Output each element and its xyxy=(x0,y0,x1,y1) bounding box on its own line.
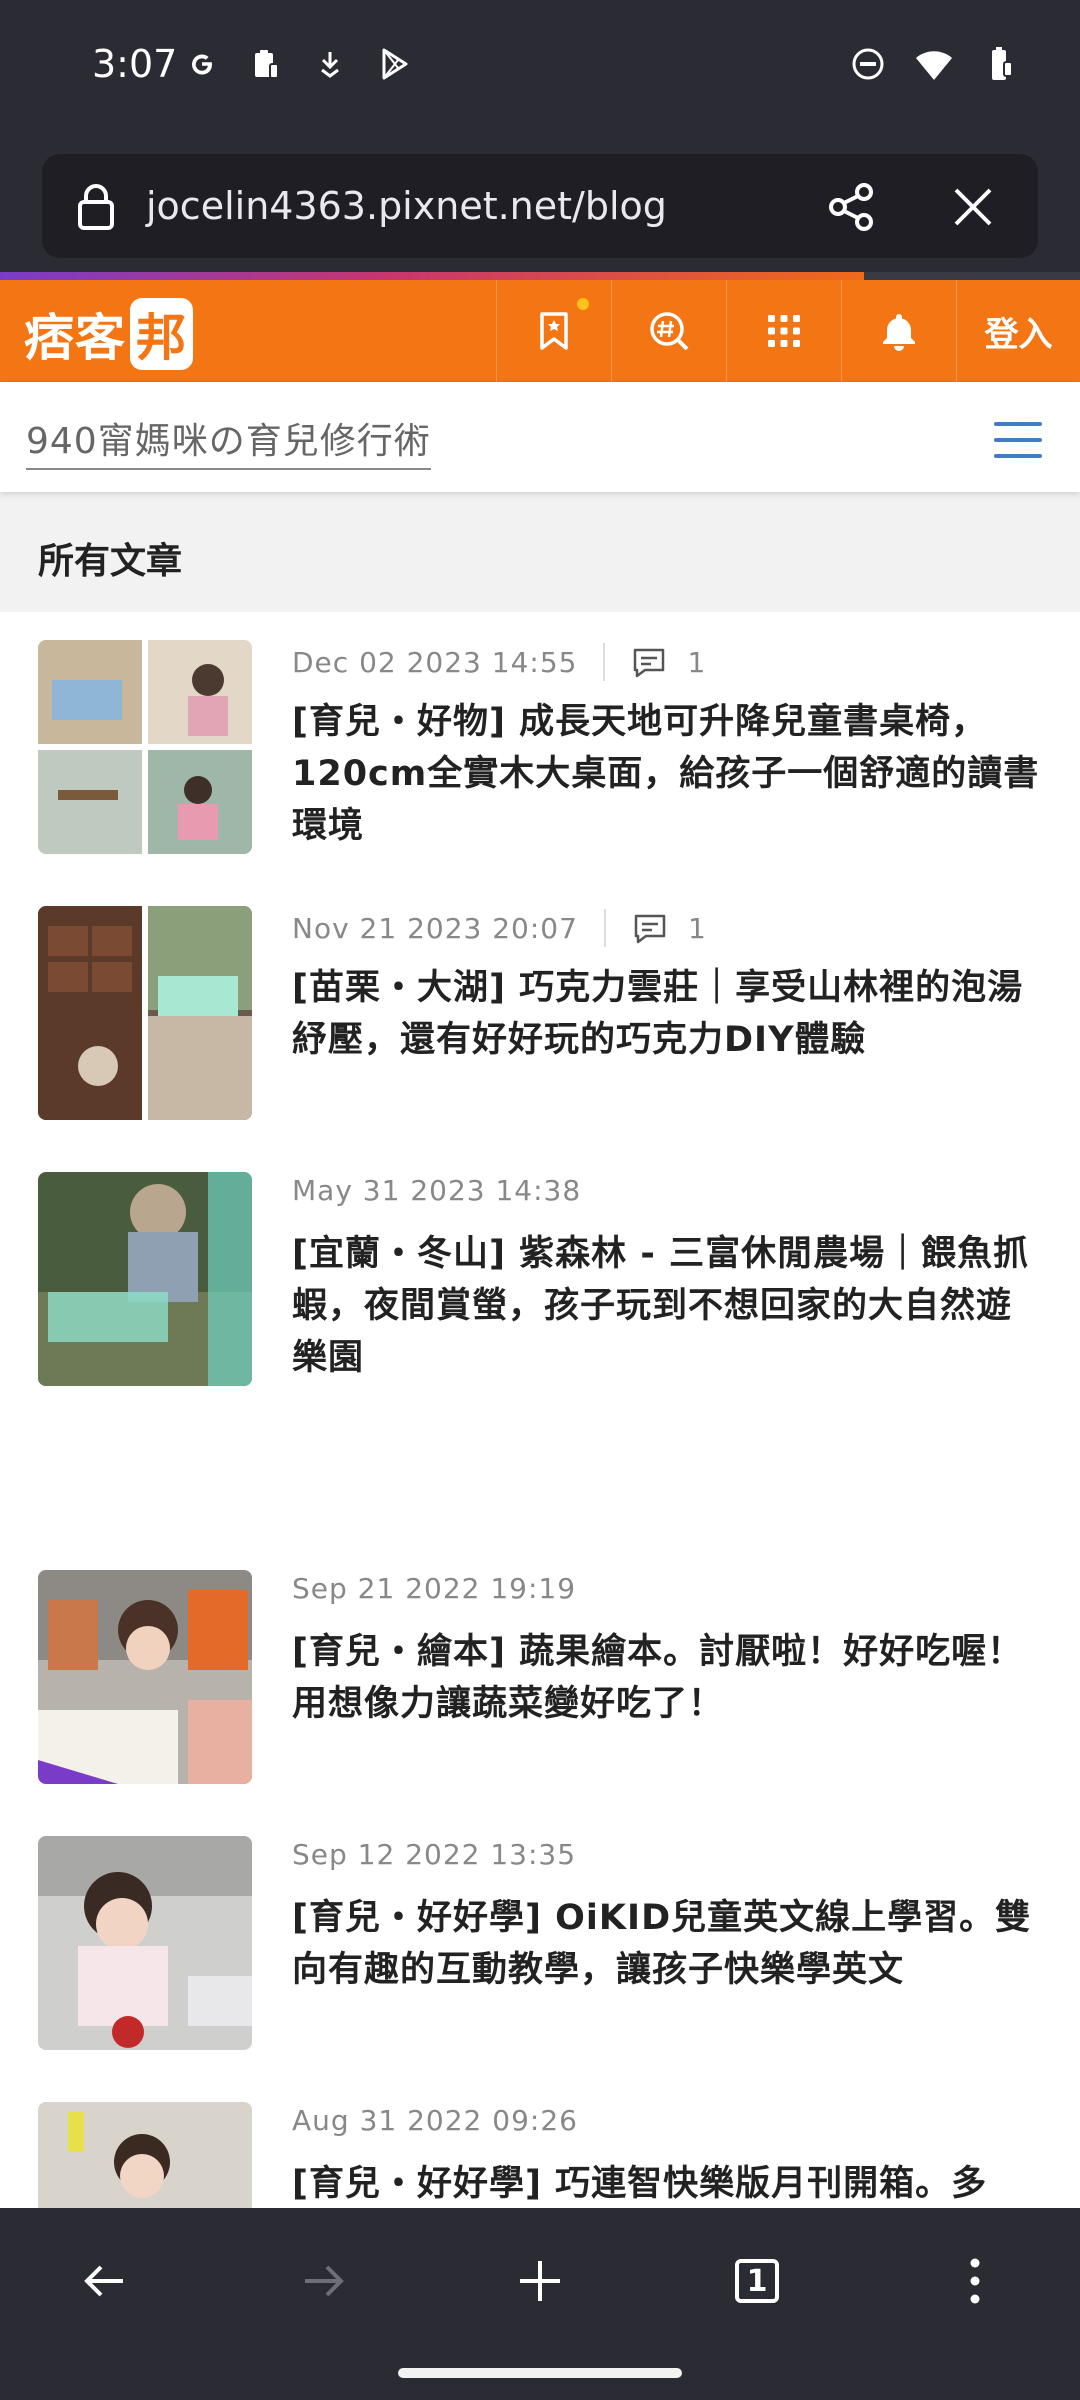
article-thumbnail[interactable] xyxy=(38,1172,252,1386)
download-icon xyxy=(321,52,339,78)
comment-icon xyxy=(634,648,665,678)
lock-icon xyxy=(78,184,114,230)
article-title[interactable]: [育兒・好好學] OiKID兒童英文線上學習。雙向有趣的互動教學，讓孩子快樂學英… xyxy=(292,1892,1042,1996)
status-notification-icons xyxy=(182,44,414,84)
menu-icon-line xyxy=(994,454,1042,458)
browser-toolbar: jocelin4363.pixnet.net/blog xyxy=(0,140,1080,272)
article-thumbnail[interactable] xyxy=(38,1836,252,2050)
site-logo[interactable]: 痞客邦 xyxy=(24,298,193,370)
article-thumbnail[interactable] xyxy=(38,906,252,1120)
tab-switcher-button[interactable]: 1 xyxy=(722,2246,792,2316)
article-date: Sep 21 2022 19:19 xyxy=(292,1572,577,1605)
browser-bottom-bar: 1 xyxy=(0,2208,1080,2400)
section-header: 所有文章 xyxy=(0,492,1080,612)
article-item[interactable]: Sep 12 2022 13:35 [育兒・好好學] OiKID兒童英文線上學習… xyxy=(0,1808,1080,2074)
apps-grid-icon xyxy=(768,315,800,347)
logo-badge: 邦 xyxy=(130,298,193,370)
article-item[interactable]: Dec 02 2023 14:55 1 [育兒・好物] 成長天地可升降兒童書桌椅… xyxy=(0,612,1080,878)
article-meta: Aug 31 2022 09:26 xyxy=(292,2104,578,2137)
site-tools: 登入 xyxy=(496,280,1080,382)
login-button[interactable]: 登入 xyxy=(956,280,1080,382)
comment-icon xyxy=(634,914,666,944)
article-item[interactable]: Nov 21 2023 20:07 1 [苗栗・大湖] 巧克力雲莊｜享受山林裡的… xyxy=(0,878,1080,1144)
article-title[interactable]: [育兒・好物] 成長天地可升降兒童書桌椅，120cm全實木大桌面，給孩子一個舒適… xyxy=(292,696,1042,852)
site-header: 痞客邦 登入 xyxy=(0,280,1080,382)
more-menu-button[interactable] xyxy=(940,2246,1010,2316)
google-icon xyxy=(191,54,212,75)
article-title[interactable]: [宜蘭・冬山] 紫森林 - 三富休閒農場｜餵魚抓蝦，夜間賞螢，孩子玩到不想回家的… xyxy=(292,1228,1042,1384)
new-tab-button[interactable] xyxy=(505,2246,575,2316)
menu-icon-line xyxy=(994,422,1042,426)
clipboard-icon xyxy=(255,50,279,79)
page-load-progress-fill xyxy=(0,272,864,280)
url-text[interactable]: jocelin4363.pixnet.net/blog xyxy=(146,184,667,228)
apps-button[interactable] xyxy=(726,280,841,382)
notification-dot xyxy=(577,298,589,310)
article-title[interactable]: [育兒・繪本] 蔬果繪本。討厭啦！好好吃喔！用想像力讓蔬菜變好吃了！ xyxy=(292,1626,1042,1730)
article-meta: Nov 21 2023 20:07 1 xyxy=(292,908,707,948)
article-title[interactable]: [苗栗・大湖] 巧克力雲莊｜享受山林裡的泡湯紓壓，還有好好玩的巧克力DIY體驗 xyxy=(292,962,1042,1066)
url-bar[interactable]: jocelin4363.pixnet.net/blog xyxy=(42,154,1038,258)
bell-icon xyxy=(883,314,915,351)
blog-title-link[interactable]: 940甯媽咪の育兒修行術 xyxy=(26,412,431,470)
article-meta: Dec 02 2023 14:55 1 xyxy=(292,642,706,682)
article-thumbnail[interactable] xyxy=(38,1570,252,1784)
hashtag-search-icon xyxy=(650,312,689,351)
comment-count: 1 xyxy=(687,911,707,945)
meta-separator xyxy=(603,643,606,681)
back-button[interactable] xyxy=(70,2246,140,2316)
meta-separator xyxy=(603,909,606,947)
wifi-icon xyxy=(916,51,952,80)
article-date: Nov 21 2023 20:07 xyxy=(292,911,578,945)
section-title: 所有文章 xyxy=(38,541,183,582)
logo-text: 痞客 xyxy=(24,309,126,367)
comment-count: 1 xyxy=(687,645,707,679)
home-indicator xyxy=(398,2368,682,2378)
arrow-left-icon xyxy=(84,2265,123,2297)
share-icon[interactable] xyxy=(824,180,878,234)
blog-title-bar: 940甯媽咪の育兒修行術 xyxy=(0,382,1080,492)
notifications-button[interactable] xyxy=(841,280,956,382)
article-title[interactable]: [育兒・好好學] 巧連智快樂版月刊開箱。多 xyxy=(292,2158,1042,2208)
menu-icon-line xyxy=(994,438,1042,442)
arrow-right-icon xyxy=(305,2265,344,2297)
article-date: Aug 31 2022 09:26 xyxy=(292,2104,578,2137)
dnd-icon xyxy=(852,48,884,80)
bookmark-button[interactable] xyxy=(496,280,611,382)
article-date: May 31 2023 14:38 xyxy=(292,1174,582,1207)
more-vertical-icon xyxy=(970,2258,980,2304)
article-item[interactable]: Aug 31 2022 09:26 [育兒・好好學] 巧連智快樂版月刊開箱。多 xyxy=(0,2074,1080,2208)
article-thumbnail[interactable] xyxy=(38,2102,252,2208)
hashtag-search-button[interactable] xyxy=(611,280,726,382)
page-load-progress xyxy=(0,272,1080,280)
bookmark-icon xyxy=(540,312,568,350)
menu-button[interactable] xyxy=(994,422,1042,458)
article-meta: May 31 2023 14:38 xyxy=(292,1174,581,1207)
article-thumbnail[interactable] xyxy=(38,640,252,854)
battery-icon xyxy=(992,47,1013,80)
article-item[interactable]: May 31 2023 14:38 [宜蘭・冬山] 紫森林 - 三富休閒農場｜餵… xyxy=(0,1144,1080,1410)
article-meta: Sep 12 2022 13:35 xyxy=(292,1838,576,1871)
status-time: 3:07 xyxy=(92,42,178,86)
close-icon[interactable] xyxy=(946,180,1000,234)
forward-button[interactable] xyxy=(288,2246,358,2316)
play-store-icon xyxy=(382,48,408,80)
article-list: Dec 02 2023 14:55 1 [育兒・好物] 成長天地可升降兒童書桌椅… xyxy=(0,612,1080,2208)
tab-count: 1 xyxy=(746,2263,768,2299)
status-system-icons xyxy=(848,44,1020,84)
article-date: Sep 12 2022 13:35 xyxy=(292,1838,577,1871)
article-meta: Sep 21 2022 19:19 xyxy=(292,1572,576,1605)
plus-icon xyxy=(520,2261,560,2301)
article-date: Dec 02 2023 14:55 xyxy=(292,645,578,679)
status-bar: 3:07 xyxy=(0,0,1080,140)
article-item[interactable]: Sep 21 2022 19:19 [育兒・繪本] 蔬果繪本。討厭啦！好好吃喔！… xyxy=(0,1542,1080,1808)
